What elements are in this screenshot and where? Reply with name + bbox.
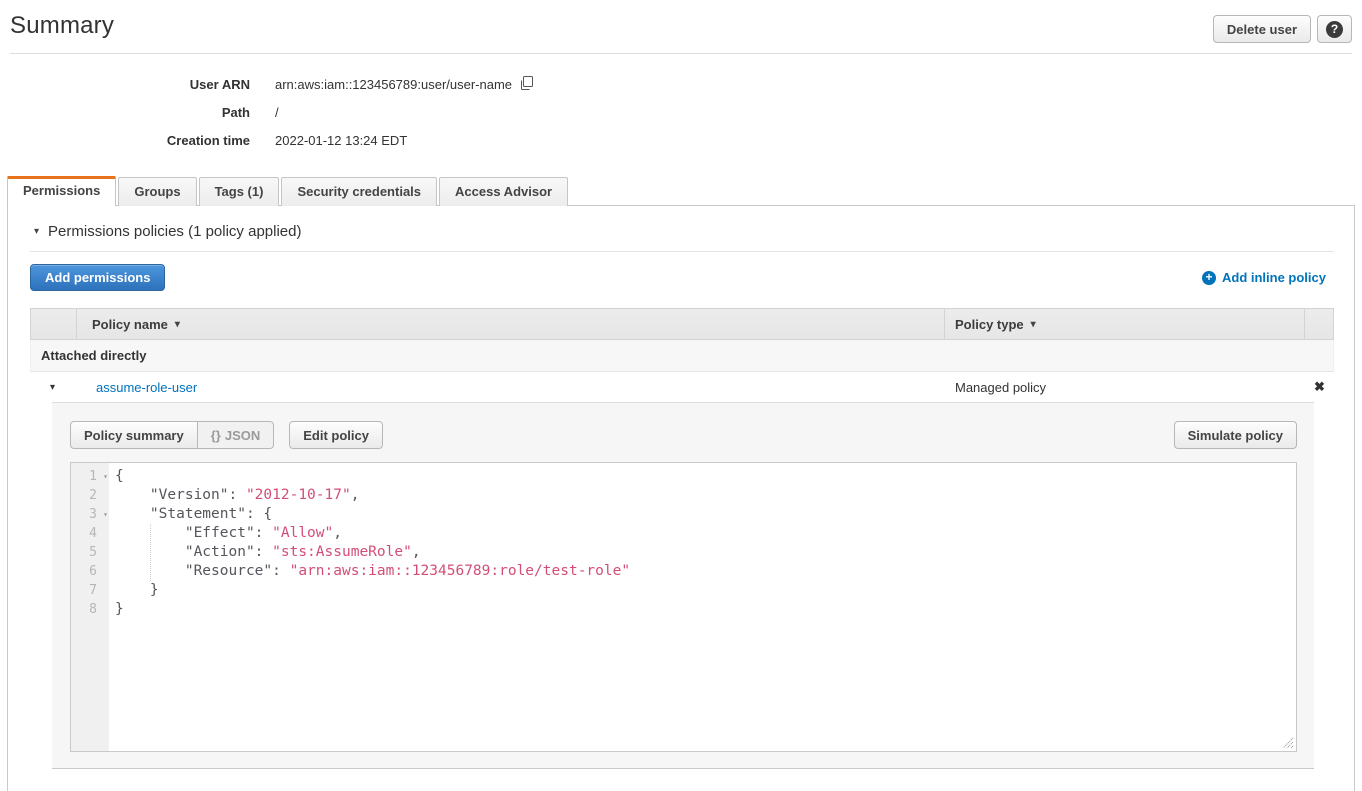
path-value: / [275,105,279,120]
add-inline-policy-label: Add inline policy [1222,270,1326,285]
policy-actions-row: Add permissions + Add inline policy [30,264,1326,291]
delete-user-button[interactable]: Delete user [1213,15,1311,43]
gutter-line: 4 [71,524,109,543]
user-info-section: User ARN arn:aws:iam::123456789:user/use… [0,70,1362,154]
indent-guide [150,524,151,581]
permissions-tab-panel: ▾ Permissions policies (1 policy applied… [7,205,1355,791]
code-line: "Effect": "Allow", [115,524,1296,543]
gutter-line: 5 [71,543,109,562]
sort-caret-icon: ▾ [175,319,180,330]
user-arn-label: User ARN [0,77,250,92]
gutter-line: 2 [71,486,109,505]
user-arn-text: arn:aws:iam::123456789:user/user-name [275,77,512,92]
attached-policies-table: Policy name ▾ Policy type ▾ Attached dir… [30,308,1334,769]
detach-policy-cell: ✖ [1305,379,1334,395]
simulate-policy-button[interactable]: Simulate policy [1174,421,1297,449]
detach-policy-x-icon[interactable]: ✖ [1314,379,1325,395]
code-line: } [115,581,1296,600]
code-line: "Version": "2012-10-17", [115,486,1296,505]
fold-caret-icon[interactable]: ▾ [103,467,108,486]
json-button-label: JSON [225,428,260,443]
code-line: "Statement": { [115,505,1296,524]
add-permissions-button[interactable]: Add permissions [30,264,165,291]
tab-permissions[interactable]: Permissions [7,176,116,206]
policy-detail-toolbar: Policy summary {} JSON Edit policy Simul… [70,421,1297,449]
policy-name-column-header[interactable]: Policy name ▾ [76,309,944,339]
policy-summary-button[interactable]: Policy summary [70,421,198,449]
code-line: "Action": "sts:AssumeRole", [115,543,1296,562]
policy-json-editor[interactable]: 1▾23▾45678 { "Version": "2012-10-17", "S… [70,462,1297,752]
editor-gutter: 1▾23▾45678 [71,463,109,751]
policy-type-cell: Managed policy [945,380,1305,395]
creation-time-label: Creation time [0,133,250,148]
iam-user-summary-page: Summary Delete user ? User ARN arn:aws:i… [0,0,1362,791]
permissions-policies-section-header[interactable]: ▾ Permissions policies (1 policy applied… [8,206,1354,240]
question-mark-icon: ? [1326,21,1343,38]
header-divider [10,53,1352,54]
gutter-line: 3▾ [71,505,109,524]
sort-caret-icon: ▾ [1031,319,1036,330]
info-row-creation-time: Creation time 2022-01-12 13:24 EDT [0,126,1362,154]
add-inline-policy-link[interactable]: + Add inline policy [1202,270,1326,285]
page-header: Summary Delete user ? [0,0,1362,49]
view-toggle-group: Policy summary {} JSON [70,421,274,449]
policy-type-column-header[interactable]: Policy type ▾ [944,309,1304,339]
tab-tags[interactable]: Tags (1) [199,177,280,206]
editor-code-lines: { "Version": "2012-10-17", "Statement": … [109,463,1296,751]
user-arn-value: arn:aws:iam::123456789:user/user-name [275,76,534,93]
code-line: { [115,467,1296,486]
info-row-path: Path / [0,98,1362,126]
header-actions: Delete user ? [1213,12,1352,43]
json-braces-icon: {} [211,428,221,443]
policy-name-header-label: Policy name [92,317,168,332]
actions-column-header [1304,309,1333,339]
page-title: Summary [10,12,114,40]
editor-resize-handle-icon[interactable] [1282,737,1294,749]
tab-bar: Permissions Groups Tags (1) Security cre… [0,176,1362,206]
help-button[interactable]: ? [1317,15,1352,43]
table-header-row: Policy name ▾ Policy type ▾ [30,308,1334,340]
gutter-line: 6 [71,562,109,581]
gutter-line: 7 [71,581,109,600]
gutter-line: 8 [71,600,109,619]
plus-circle-icon: + [1202,271,1216,285]
attached-directly-group-row: Attached directly [30,340,1334,372]
row-expander-caret-icon[interactable]: ▾ [30,382,75,393]
code-line: } [115,600,1296,619]
tab-security-credentials[interactable]: Security credentials [281,177,437,206]
copy-icon[interactable] [520,76,534,93]
policy-name-link[interactable]: assume-role-user [90,380,197,395]
fold-caret-icon[interactable]: ▾ [103,505,108,524]
policy-detail-expanded-area: Policy summary {} JSON Edit policy Simul… [52,402,1314,769]
info-row-user-arn: User ARN arn:aws:iam::123456789:user/use… [0,70,1362,98]
permissions-policies-title: Permissions policies (1 policy applied) [48,223,301,240]
table-row-assume-role-user: ▾ assume-role-user Managed policy ✖ [30,372,1334,402]
group-row-label: Attached directly [41,348,146,363]
expander-column-header [31,309,76,339]
json-view-button[interactable]: {} JSON [197,421,275,449]
section-divider [30,251,1334,252]
code-line: "Resource": "arn:aws:iam::123456789:role… [115,562,1296,581]
tab-access-advisor[interactable]: Access Advisor [439,177,568,206]
policy-name-cell: assume-role-user [75,380,945,395]
tab-groups[interactable]: Groups [118,177,196,206]
edit-policy-button[interactable]: Edit policy [289,421,383,449]
gutter-line: 1▾ [71,467,109,486]
policy-type-header-label: Policy type [955,317,1024,332]
creation-time-value: 2022-01-12 13:24 EDT [275,133,407,148]
collapse-caret-icon: ▾ [34,226,39,237]
path-label: Path [0,105,250,120]
